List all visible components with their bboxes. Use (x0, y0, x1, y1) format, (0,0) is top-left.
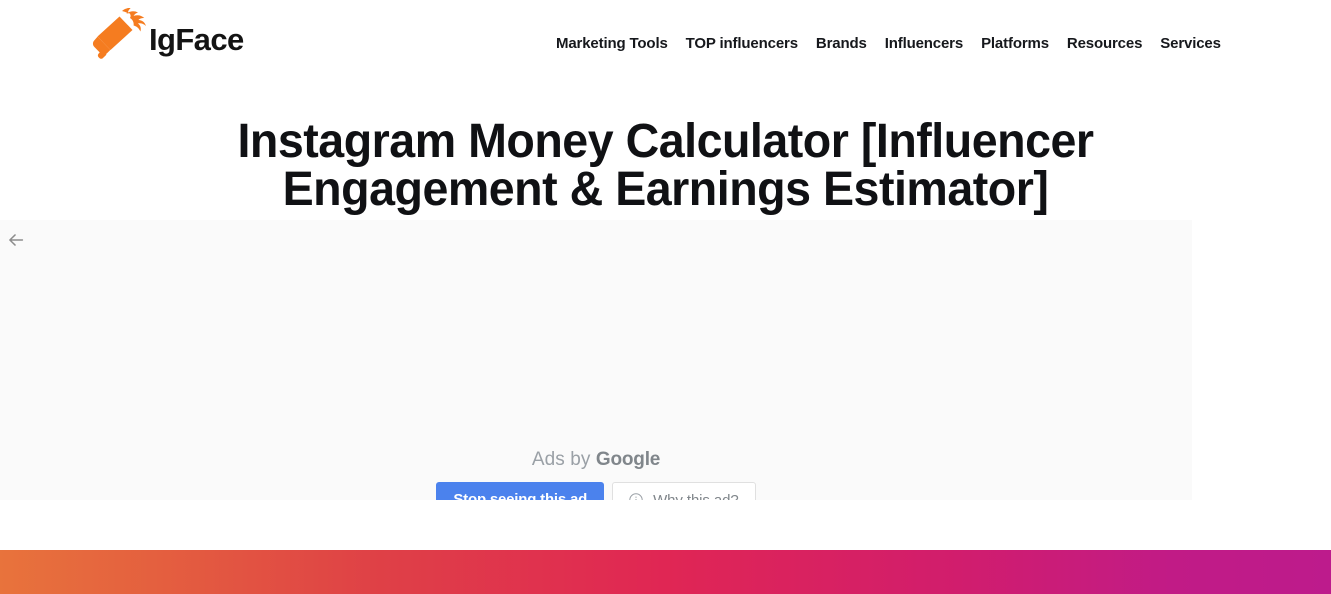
nav-item-brands[interactable]: Brands (807, 33, 876, 54)
google-ad-overlay: Ads by Google Stop seeing this ad Why th… (0, 220, 1192, 500)
nav-item-marketing-tools[interactable]: Marketing Tools (556, 33, 677, 54)
instagram-gradient-band (0, 550, 1331, 594)
ads-by-google-label: Ads by Google (0, 449, 1192, 471)
why-this-ad-button[interactable]: Why this ad? (612, 482, 756, 500)
nav-item-platforms[interactable]: Platforms (972, 33, 1058, 54)
why-this-ad-label: Why this ad? (653, 491, 739, 501)
ad-actions: Stop seeing this ad Why this ad? (0, 482, 1192, 500)
megaphone-icon (89, 5, 151, 61)
nav-item-resources[interactable]: Resources (1058, 33, 1151, 54)
nav-item-influencers[interactable]: Influencers (876, 33, 972, 54)
brand-logo[interactable]: IgFace (89, 4, 244, 62)
page-title: Instagram Money Calculator [Influencer E… (237, 115, 1094, 216)
brand-name: IgFace (149, 21, 244, 57)
ads-by-text: Ads by (531, 449, 596, 470)
arrow-left-icon[interactable] (4, 228, 28, 252)
main-nav: Marketing Tools TOP influencers Brands I… (556, 33, 1221, 54)
nav-item-services[interactable]: Services (1151, 33, 1221, 54)
info-circle-icon (629, 493, 643, 500)
nav-item-top-influencers[interactable]: TOP influencers (677, 33, 807, 54)
google-wordmark: Google (595, 449, 661, 470)
stop-seeing-this-ad-button[interactable]: Stop seeing this ad (436, 482, 605, 500)
site-header: IgFace Marketing Tools TOP influencers B… (0, 0, 1331, 88)
